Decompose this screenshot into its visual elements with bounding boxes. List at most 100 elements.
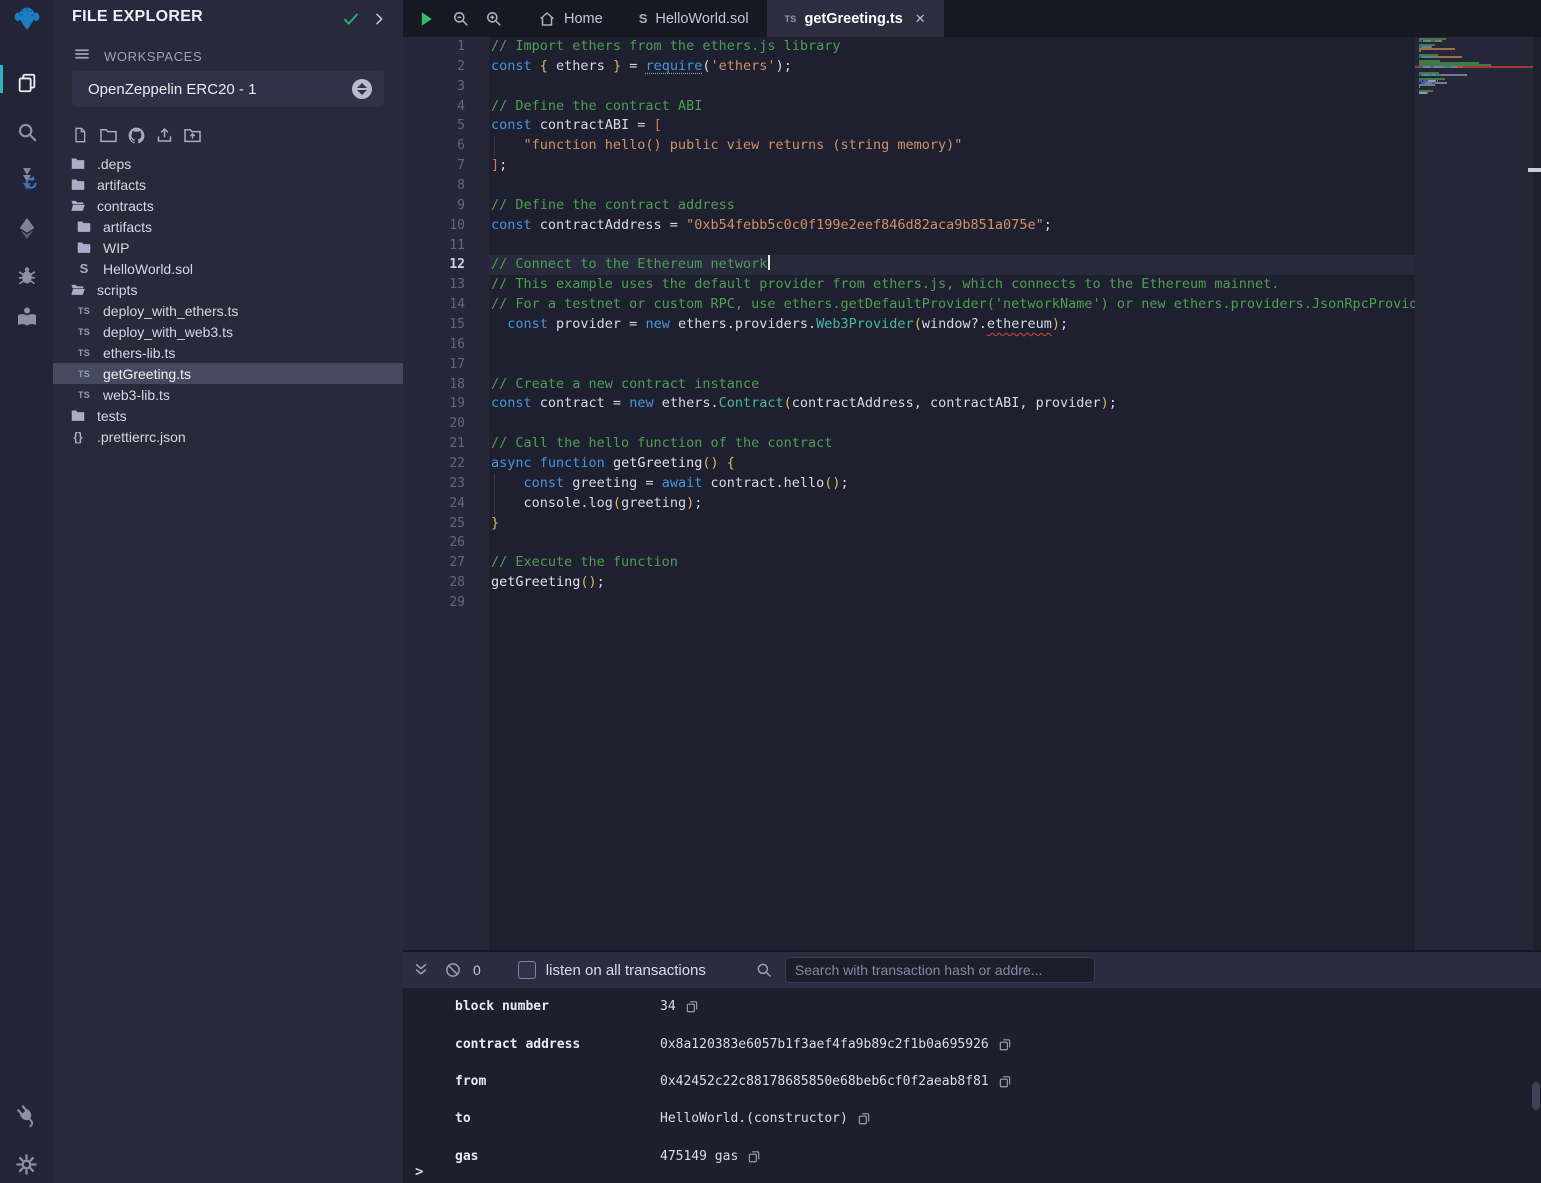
- tree-item-getgreeting-ts[interactable]: TSgetGreeting.ts: [53, 363, 403, 384]
- folder-icon: [70, 408, 86, 424]
- line-number: 15: [403, 315, 465, 335]
- overview-ruler: [1533, 37, 1541, 950]
- code-line-1: ​// Import ethers from the ethers.js lib…: [489, 37, 1415, 57]
- close-tab-icon[interactable]: ✕: [915, 11, 926, 27]
- file-label: contracts: [97, 198, 154, 214]
- workspace-name: OpenZeppelin ERC20 - 1: [88, 81, 352, 98]
- ts-file-icon: TS: [76, 366, 92, 382]
- ts-file-icon: TS: [76, 345, 92, 361]
- workspaces-menu-icon[interactable]: [72, 45, 92, 68]
- file-label: .prettierrc.json: [97, 429, 186, 445]
- tab-getgreeting-ts[interactable]: TSgetGreeting.ts✕: [767, 0, 944, 37]
- editor-minimap[interactable]: [1415, 37, 1533, 950]
- tree-item-scripts[interactable]: scripts: [53, 279, 403, 300]
- folder-open-icon: [70, 282, 86, 298]
- file-label: tests: [97, 408, 127, 424]
- line-number: 1: [403, 37, 465, 57]
- tree-item-artifacts[interactable]: artifacts: [53, 216, 403, 237]
- learneth-icon[interactable]: [14, 304, 40, 330]
- terminal-output: block number34contract address0x8a120383…: [403, 988, 1541, 1183]
- folder-icon: [70, 177, 86, 193]
- line-number: 7: [403, 156, 465, 176]
- file-label: .deps: [97, 156, 131, 172]
- line-number: 19: [403, 394, 465, 414]
- listen-transactions-checkbox[interactable]: [518, 961, 536, 979]
- terminal-search-icon: [752, 958, 776, 982]
- panel-expand-icon[interactable]: [371, 10, 387, 33]
- tree-item-helloworld-sol[interactable]: SHelloWorld.sol: [53, 258, 403, 279]
- code-line-26: ​: [489, 533, 1415, 553]
- tree-item-tests[interactable]: tests: [53, 405, 403, 426]
- github-icon[interactable]: [126, 124, 146, 146]
- terminal-collapse-icon[interactable]: [409, 958, 433, 982]
- plugin-manager-icon[interactable]: [14, 1103, 40, 1129]
- tree-item-deploy-with-ethers-ts[interactable]: TSdeploy_with_ethers.ts: [53, 300, 403, 321]
- upload-folder-icon[interactable]: [182, 124, 202, 146]
- tab-home[interactable]: Home: [520, 0, 621, 37]
- tree-item-contracts[interactable]: contracts: [53, 195, 403, 216]
- terminal-clear-icon[interactable]: [441, 958, 465, 982]
- tree-item--prettierrc-json[interactable]: {} .prettierrc.json: [53, 426, 403, 447]
- solidity-compiler-icon[interactable]: [14, 166, 40, 192]
- terminal-prompt: >: [415, 1164, 423, 1180]
- file-explorer-toolbar: [70, 124, 202, 146]
- line-number: 3: [403, 77, 465, 97]
- copy-icon[interactable]: [685, 999, 699, 1014]
- tree-item-web3-lib-ts[interactable]: TSweb3-lib.ts: [53, 384, 403, 405]
- terminal-row-value: 475149 gas: [660, 1149, 738, 1164]
- code-line-21: ​// Call the hello function of the contr…: [489, 434, 1415, 454]
- tab-helloworld-sol[interactable]: SHelloWorld.sol: [621, 0, 767, 37]
- search-icon[interactable]: [14, 119, 40, 145]
- tree-item-deploy-with-web3-ts[interactable]: TSdeploy_with_web3.ts: [53, 321, 403, 342]
- line-number: 11: [403, 236, 465, 256]
- terminal-row-block-number: block number34: [403, 988, 1541, 1025]
- tree-item-artifacts[interactable]: artifacts: [53, 174, 403, 195]
- new-folder-icon[interactable]: [98, 124, 118, 146]
- copy-icon[interactable]: [998, 1037, 1012, 1052]
- debugger-icon[interactable]: [14, 262, 40, 288]
- terminal-search-input[interactable]: [785, 957, 1095, 983]
- scrollbar-mark: [1528, 168, 1541, 172]
- code-editor: 1234567891011121314151617181920212223242…: [403, 37, 1541, 950]
- line-number: 13: [403, 275, 465, 295]
- terminal-row-from: from0x42452c22c88178685850e68beb6cf0f2ae…: [403, 1063, 1541, 1100]
- json-file-icon: {}: [70, 429, 86, 445]
- file-explorer-icon[interactable]: [14, 70, 40, 96]
- line-number: 16: [403, 335, 465, 355]
- settings-icon[interactable]: [14, 1151, 40, 1177]
- line-number: 17: [403, 355, 465, 375]
- line-number: 22: [403, 454, 465, 474]
- terminal-row-label: to: [455, 1111, 471, 1126]
- code-line-10: ​const contractAddress = "0xb54febb5c0c0…: [489, 216, 1415, 236]
- workspace-select[interactable]: OpenZeppelin ERC20 - 1: [72, 71, 384, 107]
- tab-label: Home: [564, 11, 603, 27]
- code-line-4: ​// Define the contract ABI: [489, 97, 1415, 117]
- zoom-in-icon[interactable]: [480, 6, 506, 32]
- remix-logo[interactable]: [14, 5, 40, 31]
- terminal-row-label: contract address: [455, 1037, 580, 1052]
- line-number: 14: [403, 295, 465, 315]
- line-number: 18: [403, 375, 465, 395]
- code-line-27: ​// Execute the function: [489, 553, 1415, 573]
- line-number: 5: [403, 116, 465, 136]
- tree-item-ethers-lib-ts[interactable]: TSethers-lib.ts: [53, 342, 403, 363]
- line-number: 27: [403, 553, 465, 573]
- run-script-button[interactable]: [413, 6, 439, 32]
- file-label: artifacts: [97, 177, 146, 193]
- code-line-22: ​async function getGreeting() {: [489, 454, 1415, 474]
- zoom-out-icon[interactable]: [447, 6, 473, 32]
- deploy-run-icon[interactable]: [14, 215, 40, 241]
- copy-icon[interactable]: [857, 1111, 871, 1126]
- upload-file-icon[interactable]: [154, 124, 174, 146]
- sol-icon: S: [639, 11, 648, 26]
- copy-icon[interactable]: [747, 1149, 761, 1164]
- copy-icon[interactable]: [998, 1074, 1012, 1089]
- line-number: 24: [403, 494, 465, 514]
- code-area[interactable]: ​// Import ethers from the ethers.js lib…: [489, 37, 1415, 950]
- tree-item-wip[interactable]: WIP: [53, 237, 403, 258]
- tab-label: getGreeting.ts: [804, 11, 902, 27]
- terminal-scrollbar[interactable]: [1532, 1082, 1540, 1110]
- line-number: 12: [403, 255, 465, 275]
- new-file-icon[interactable]: [70, 124, 90, 146]
- tree-item--deps[interactable]: .deps: [53, 153, 403, 174]
